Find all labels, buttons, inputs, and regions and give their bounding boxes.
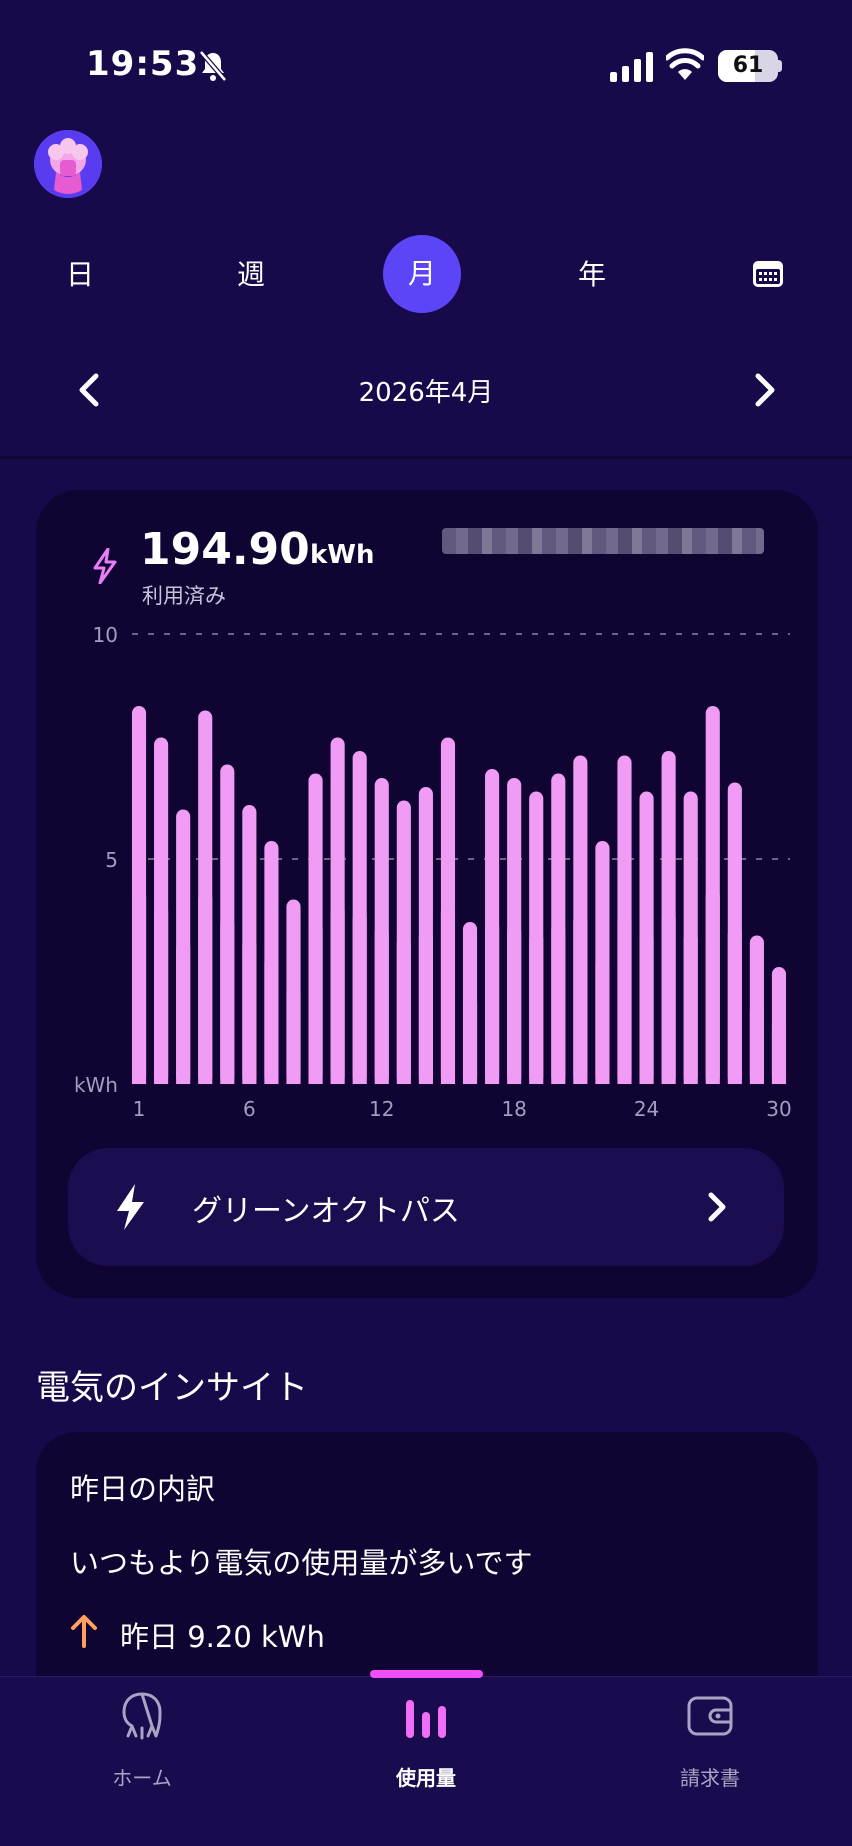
bar: [198, 897, 213, 1084]
redacted-text: [442, 528, 764, 554]
octopus-icon: [122, 1692, 162, 1740]
bar: [352, 917, 367, 1084]
insight-yesterday-usage: 昨日 9.20 kWh: [120, 1620, 325, 1654]
bar: [440, 910, 456, 1084]
nav-active-indicator: [370, 1670, 483, 1678]
nav-bills-label: 請求書: [680, 1766, 740, 1790]
nav-home[interactable]: ホーム: [42, 1690, 242, 1791]
tariff-name: グリーンオクトパス: [192, 1194, 460, 1229]
tab-day[interactable]: 日: [50, 240, 110, 310]
battery-indicator: 61: [718, 50, 778, 82]
bar: [242, 944, 257, 1084]
battery-label: 61: [732, 53, 764, 78]
chevron-right-icon: [708, 1192, 726, 1222]
y-tick-label: 5: [105, 848, 118, 872]
bar: [462, 1003, 478, 1084]
status-time: 19:53: [86, 44, 200, 84]
bar: [551, 928, 566, 1084]
bar: [286, 991, 301, 1084]
x-tick-label: 18: [501, 1097, 526, 1121]
nav-usage-label: 使用量: [396, 1766, 456, 1790]
bar: [330, 910, 345, 1084]
bar: [727, 933, 742, 1084]
chevron-left-icon[interactable]: [72, 370, 106, 410]
avatar[interactable]: [34, 130, 102, 198]
bar: [573, 919, 588, 1084]
usage-caption: 利用済み: [142, 584, 226, 608]
month-label: 2026年4月: [358, 378, 494, 408]
calendar-icon[interactable]: [752, 260, 784, 288]
x-tick-label: 6: [243, 1097, 256, 1121]
usage-unit: kWh: [310, 540, 375, 570]
chevron-right-icon[interactable]: [748, 370, 782, 410]
bar: [176, 946, 191, 1084]
monthly-usage-chart: 10 5 kWh 1 6 12 18 24 30: [74, 623, 792, 1121]
x-tick-label: 12: [369, 1097, 394, 1121]
tab-week[interactable]: 週: [221, 240, 281, 310]
bar: [374, 931, 389, 1084]
bar: [639, 937, 654, 1084]
wallet-icon: [687, 1696, 733, 1736]
x-tick-label: 1: [133, 1097, 146, 1121]
lightning-bolt-icon: [117, 1184, 144, 1230]
nav-home-label: ホーム: [112, 1766, 172, 1790]
x-tick-label: 30: [766, 1097, 791, 1121]
bar: [264, 962, 279, 1084]
y-tick-label: kWh: [74, 1073, 118, 1097]
bar: [507, 931, 522, 1084]
battery-cap: [778, 60, 782, 72]
bar: [154, 910, 169, 1084]
wifi-icon: [666, 48, 704, 80]
insight-message: いつもより電気の使用量が多いです: [70, 1546, 533, 1580]
bar: [220, 924, 235, 1084]
bar: [418, 935, 433, 1084]
bell-muted-icon: [199, 50, 227, 82]
header-divider: [0, 456, 852, 459]
bar: [485, 926, 500, 1084]
usage-total: 194.90: [140, 524, 310, 575]
bar: [529, 937, 544, 1084]
bar: [617, 919, 632, 1084]
octopus-avatar-icon: [34, 130, 102, 198]
bar: [661, 917, 676, 1084]
insight-heading: 昨日の内訳: [70, 1472, 216, 1506]
x-tick-label: 24: [634, 1097, 659, 1121]
lightning-bolt-icon: [93, 548, 117, 584]
cellular-signal-icon: [610, 52, 653, 82]
nav-usage[interactable]: 使用量: [326, 1690, 526, 1791]
bar: [771, 1025, 787, 1084]
bar: [705, 895, 720, 1084]
tab-month[interactable]: 月: [383, 235, 461, 313]
arrow-up-icon: [71, 1615, 97, 1648]
bar: [683, 937, 698, 1084]
bar: [131, 895, 147, 1084]
bar: [308, 928, 323, 1084]
nav-bills[interactable]: 請求書: [610, 1690, 810, 1791]
insights-title: 電気のインサイト: [36, 1368, 308, 1408]
bar: [595, 962, 610, 1084]
bar: [396, 942, 411, 1084]
y-tick-label: 10: [93, 623, 118, 647]
bar: [749, 1009, 764, 1084]
bar-chart-icon: [406, 1700, 446, 1738]
tab-year[interactable]: 年: [562, 240, 622, 310]
